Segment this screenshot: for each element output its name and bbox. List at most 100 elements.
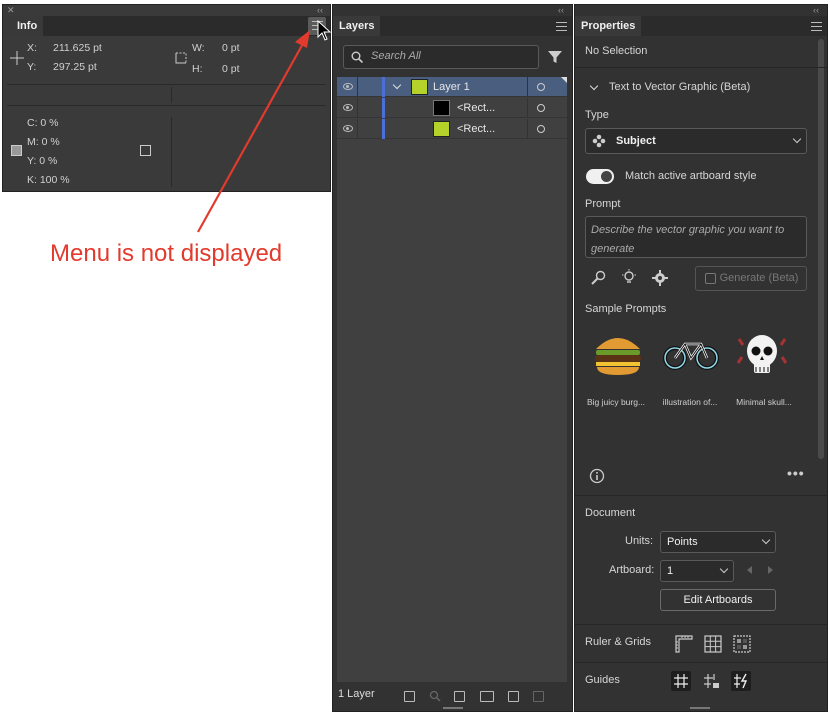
make-clipping-mask-icon[interactable]	[454, 691, 465, 702]
transparency-grid-icon[interactable]	[733, 635, 751, 653]
layers-list: Layer 1 <Rect... <Rect...	[337, 77, 567, 682]
scrollbar[interactable]	[818, 39, 824, 459]
divider	[357, 98, 358, 118]
h-value: 0 pt	[222, 63, 240, 75]
hamburger-icon[interactable]	[811, 22, 822, 31]
lock-guides-icon	[704, 674, 719, 688]
divider	[575, 624, 827, 625]
sample-caption: Big juicy burg...	[586, 397, 646, 407]
layer-name[interactable]: <Rect...	[457, 98, 495, 118]
collapse-icon[interactable]: ‹‹	[317, 6, 323, 15]
new-sublayer-icon[interactable]	[480, 691, 494, 702]
style-brush-icon[interactable]	[589, 269, 607, 287]
divider	[527, 98, 528, 118]
edit-artboards-button[interactable]: Edit Artboards	[660, 589, 776, 611]
layers-panel: ‹‹ Layers Search All Layer 1 <Rect... <R…	[332, 4, 573, 712]
visibility-eye-icon[interactable]	[343, 83, 353, 90]
divider	[171, 87, 172, 103]
lightbulb-icon[interactable]	[620, 268, 638, 286]
guides-icon	[674, 674, 688, 688]
prompt-label: Prompt	[585, 198, 621, 210]
search-icon	[351, 51, 363, 63]
w-label: W:	[192, 42, 205, 54]
artboard-dropdown[interactable]: 1	[660, 560, 734, 582]
resize-grip-icon[interactable]	[443, 707, 463, 709]
subject-flower-icon	[592, 134, 606, 148]
filter-icon[interactable]	[547, 49, 563, 65]
ruler-icon[interactable]	[675, 635, 693, 653]
w-value: 0 pt	[222, 42, 240, 54]
chevron-down-icon[interactable]	[589, 81, 599, 91]
panel-menu-button[interactable]	[308, 17, 326, 35]
document-label: Document	[585, 507, 636, 519]
lock-guides-button[interactable]	[701, 671, 721, 691]
burger-sample-icon[interactable]	[593, 331, 643, 377]
type-value: Subject	[616, 135, 656, 147]
chevron-down-icon	[761, 535, 771, 545]
type-dropdown[interactable]: Subject	[585, 128, 807, 154]
properties-tabbar: Properties	[575, 16, 827, 36]
yellow-value: Y: 0 %	[27, 155, 58, 167]
selected-corner-icon	[561, 77, 567, 83]
collapse-icon[interactable]: ‹‹	[813, 6, 819, 15]
layer-count: 1 Layer	[338, 688, 375, 700]
visibility-eye-icon[interactable]	[343, 125, 353, 132]
target-circle-icon[interactable]	[537, 104, 545, 112]
layer-thumbnail	[433, 100, 450, 116]
trash-icon[interactable]	[533, 691, 544, 702]
chevron-down-icon	[792, 134, 802, 144]
y-label: Y:	[27, 61, 37, 73]
divider	[575, 67, 827, 68]
previous-artboard-icon[interactable]	[747, 566, 752, 574]
new-layer-icon[interactable]	[508, 691, 519, 702]
skull-sample-icon[interactable]	[737, 329, 787, 379]
smart-guides-button[interactable]	[731, 671, 751, 691]
show-guides-button[interactable]	[671, 671, 691, 691]
resize-grip-icon[interactable]	[690, 707, 710, 709]
layer-row[interactable]: <Rect...	[337, 119, 567, 139]
grid-icon[interactable]	[704, 635, 722, 653]
prompt-textarea[interactable]: Describe the vector graphic you want to …	[585, 216, 807, 258]
target-circle-icon[interactable]	[537, 125, 545, 133]
target-circle-icon[interactable]	[537, 83, 545, 91]
info-circle-icon[interactable]	[589, 468, 605, 484]
match-style-toggle[interactable]	[586, 169, 614, 184]
more-options-icon[interactable]: •••	[787, 465, 805, 481]
tab-layers[interactable]: Layers	[333, 16, 381, 36]
section-title[interactable]: Text to Vector Graphic (Beta)	[609, 81, 750, 93]
sample-caption: illustration of...	[662, 397, 718, 407]
toggle-label: Match active artboard style	[625, 170, 757, 182]
bicycle-sample-icon[interactable]	[663, 338, 719, 372]
units-dropdown[interactable]: Points	[660, 531, 776, 553]
size-icon	[175, 52, 187, 64]
info-tabbar: Info	[3, 16, 330, 36]
annotation-text: Menu is not displayed	[50, 240, 283, 267]
layer-name[interactable]: Layer 1	[433, 77, 470, 97]
locate-object-icon[interactable]	[429, 690, 441, 702]
search-input[interactable]: Search All	[343, 45, 539, 69]
gear-icon[interactable]	[651, 269, 669, 287]
tab-info[interactable]: Info	[3, 16, 44, 36]
chevron-down-icon	[719, 564, 729, 574]
divider	[575, 662, 827, 663]
export-icon[interactable]	[404, 691, 415, 702]
divider	[171, 117, 172, 187]
artboard-value: 1	[667, 565, 674, 577]
close-icon[interactable]: ✕	[7, 6, 15, 15]
generate-button[interactable]: Generate (Beta)	[695, 266, 807, 291]
hamburger-icon[interactable]	[556, 22, 567, 31]
layer-thumbnail	[433, 121, 450, 137]
h-label: H:	[192, 63, 203, 75]
divider	[575, 495, 827, 496]
guides-label: Guides	[585, 674, 620, 686]
layer-row[interactable]: <Rect...	[337, 98, 567, 118]
layer-row[interactable]: Layer 1	[337, 77, 567, 97]
divider	[7, 105, 326, 106]
chevron-down-icon[interactable]	[392, 80, 402, 90]
visibility-eye-icon[interactable]	[343, 104, 353, 111]
layer-name[interactable]: <Rect...	[457, 119, 495, 139]
tab-properties[interactable]: Properties	[575, 16, 642, 36]
next-artboard-icon[interactable]	[768, 566, 773, 574]
generate-icon	[705, 273, 716, 284]
collapse-icon[interactable]: ‹‹	[558, 6, 564, 15]
